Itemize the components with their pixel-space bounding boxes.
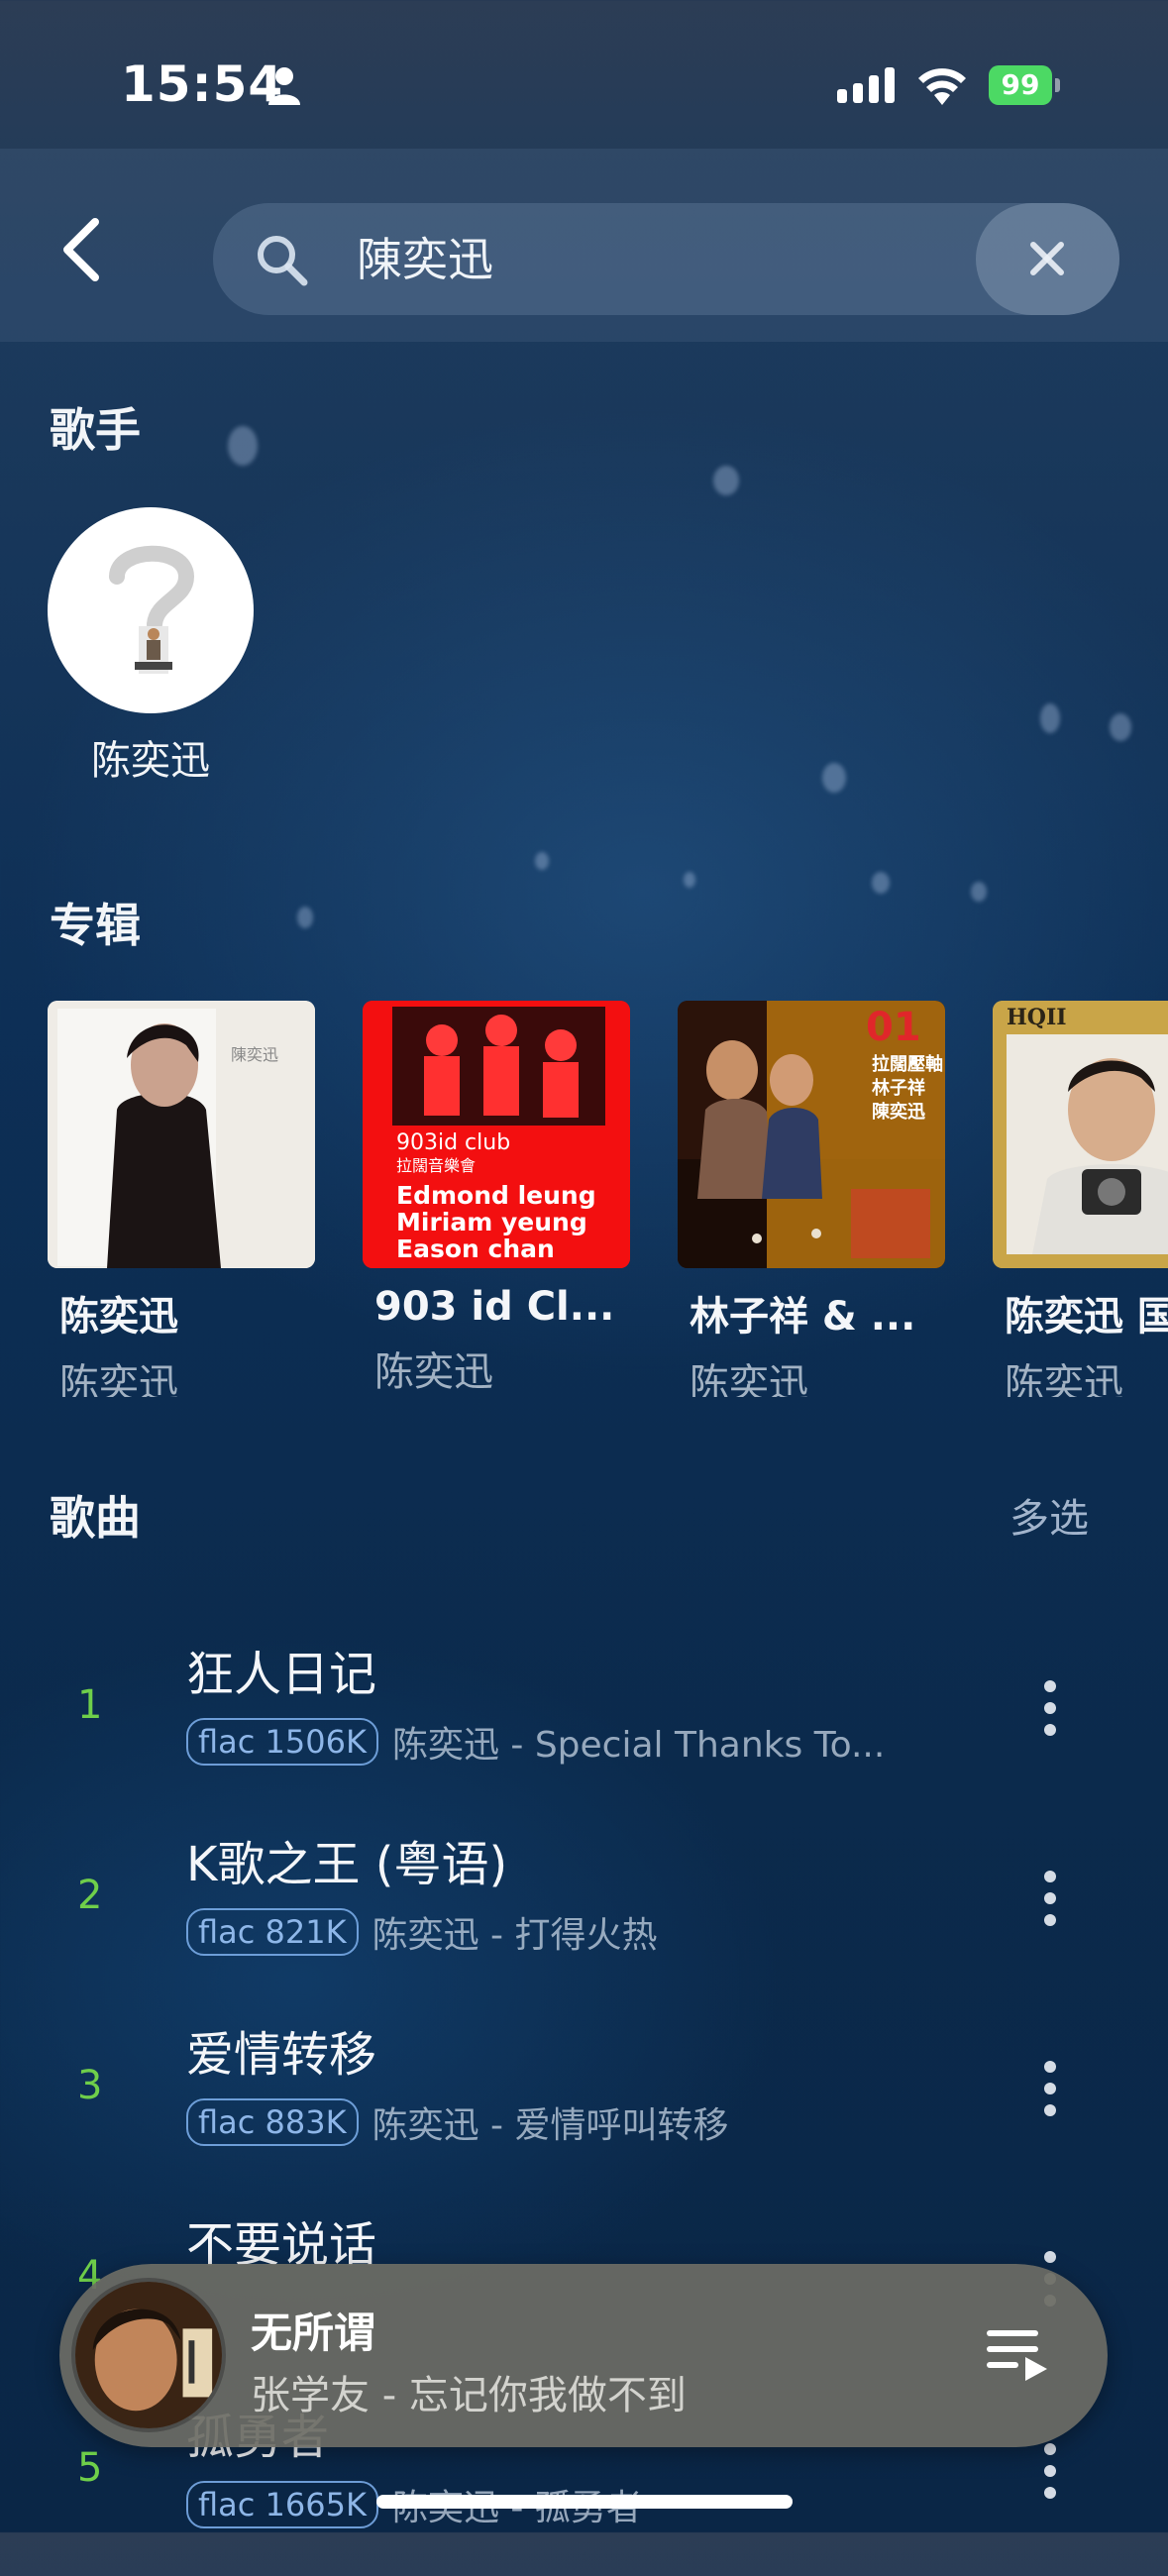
album-cover-text: 林子祥 xyxy=(872,1077,925,1099)
battery-icon: 99 xyxy=(989,65,1060,105)
album-title: 陈奕迅 xyxy=(59,1294,178,1340)
song-index: 2 xyxy=(77,1873,103,1918)
album-cover-text: 拉闊音樂會 xyxy=(396,1156,476,1175)
album-cover: 陳奕迅 xyxy=(48,1001,315,1268)
song-subtitle: 陈奕迅 - Special Thanks To... xyxy=(391,1725,886,1766)
album-cover-text: 陳奕迅 xyxy=(872,1101,926,1123)
album-artist: 陈奕迅 xyxy=(1005,1361,1123,1397)
status-time: 15:54 xyxy=(121,55,284,113)
song-row[interactable]: 1 狂人日记 flac 1506K 陈奕迅 - Special Thanks T… xyxy=(0,1625,1168,1813)
song-index: 5 xyxy=(77,2445,103,2491)
album-cover-text: 陳奕迅 xyxy=(231,1045,278,1064)
album-artist: 陈奕迅 xyxy=(59,1361,178,1397)
album-card[interactable]: 陳奕迅 陈奕迅 陈奕迅 xyxy=(48,1001,317,1397)
quality-badge: flac 821K xyxy=(186,1908,359,1956)
album-cover: HQII xyxy=(993,1001,1168,1268)
album-title: 林子祥 & ... xyxy=(690,1294,916,1340)
album-cover-text: Eason chan xyxy=(396,1234,555,1263)
quality-badge: flac 1506K xyxy=(186,1718,378,1766)
more-options-icon[interactable] xyxy=(1030,1863,1070,1952)
song-index: 3 xyxy=(77,2063,103,2108)
more-options-icon[interactable] xyxy=(1030,2053,1070,2142)
more-options-icon[interactable] xyxy=(1030,1672,1070,1762)
song-index: 1 xyxy=(77,1682,103,1728)
section-title-albums: 专辑 xyxy=(50,899,141,952)
artist-placeholder-image xyxy=(109,545,195,674)
album-cover-text: HQII xyxy=(1007,1005,1067,1030)
battery-level: 99 xyxy=(989,65,1052,105)
artist-avatar[interactable] xyxy=(48,507,254,713)
multi-select-button[interactable]: 多选 xyxy=(1009,1486,1089,1544)
close-icon xyxy=(1030,242,1064,275)
album-artist: 陈奕迅 xyxy=(374,1349,493,1395)
song-subtitle: 陈奕迅 - 打得火热 xyxy=(372,1915,658,1956)
search-header: 陳奕迅 xyxy=(0,149,1168,342)
clear-search-button[interactable] xyxy=(976,203,1119,315)
album-card[interactable]: 903id club 拉闊音樂會 Edmond leung Miriam yeu… xyxy=(363,1001,632,1397)
search-input[interactable]: 陳奕迅 xyxy=(357,225,951,294)
status-bar: 15:54 99 xyxy=(0,0,1168,149)
album-artist: 陈奕迅 xyxy=(690,1361,808,1397)
album-cover-text: Miriam yeung xyxy=(396,1208,587,1236)
wifi-icon xyxy=(918,68,966,105)
home-indicator[interactable] xyxy=(376,2495,793,2509)
album-card[interactable]: HQII 陈奕迅 国 陈奕迅 xyxy=(993,1001,1168,1397)
cellular-signal-icon xyxy=(837,67,895,103)
song-title: 狂人日记 xyxy=(186,1647,377,1702)
search-box[interactable]: 陳奕迅 xyxy=(213,203,1119,315)
mini-player[interactable]: 无所谓 张学友 - 忘记你我做不到 xyxy=(59,2264,1108,2447)
section-title-artists: 歌手 xyxy=(50,403,141,457)
song-row[interactable]: 3 爱情转移 flac 883K 陈奕迅 - 爱情呼叫转移 xyxy=(0,2005,1168,2194)
quality-badge: flac 1665K xyxy=(186,2481,378,2528)
quality-badge: flac 883K xyxy=(186,2098,359,2146)
song-subtitle: 陈奕迅 - 爱情呼叫转移 xyxy=(372,2105,729,2146)
person-icon xyxy=(268,67,300,105)
section-title-songs: 歌曲 xyxy=(50,1491,141,1545)
back-button[interactable] xyxy=(50,210,119,289)
now-playing-cover xyxy=(71,2278,226,2432)
album-cover-text: 拉闊壓軸 xyxy=(872,1053,943,1075)
playlist-icon[interactable] xyxy=(986,2323,1051,2385)
song-title: 爱情转移 xyxy=(186,2027,377,2083)
album-title: 陈奕迅 国 xyxy=(1005,1294,1168,1340)
album-carousel[interactable]: 陳奕迅 陈奕迅 陈奕迅 903id club 拉闊音樂會 Edmond leun… xyxy=(48,1001,1168,1397)
search-icon xyxy=(258,236,308,286)
album-cover: 01 拉闊壓軸 林子祥 陳奕迅 xyxy=(678,1001,945,1268)
album-cover-text: Edmond leung xyxy=(396,1181,596,1210)
album-card[interactable]: 01 拉闊壓軸 林子祥 陳奕迅 林子祥 & ... 陈奕迅 xyxy=(678,1001,947,1397)
song-row[interactable]: 2 K歌之王 (粤语) flac 821K 陈奕迅 - 打得火热 xyxy=(0,1815,1168,2003)
album-cover-text: 01 xyxy=(866,1005,921,1050)
more-options-icon[interactable] xyxy=(1030,2435,1070,2524)
now-playing-title: 无所谓 xyxy=(251,2308,376,2357)
now-playing-subtitle: 张学友 - 忘记你我做不到 xyxy=(251,2373,687,2418)
album-cover: 903id club 拉闊音樂會 Edmond leung Miriam yeu… xyxy=(363,1001,630,1268)
album-cover-text: 903id club xyxy=(396,1130,510,1155)
album-title: 903 id Cl... xyxy=(374,1284,615,1330)
artist-name[interactable]: 陈奕迅 xyxy=(48,728,254,786)
song-title: K歌之王 (粤语) xyxy=(186,1837,508,1892)
